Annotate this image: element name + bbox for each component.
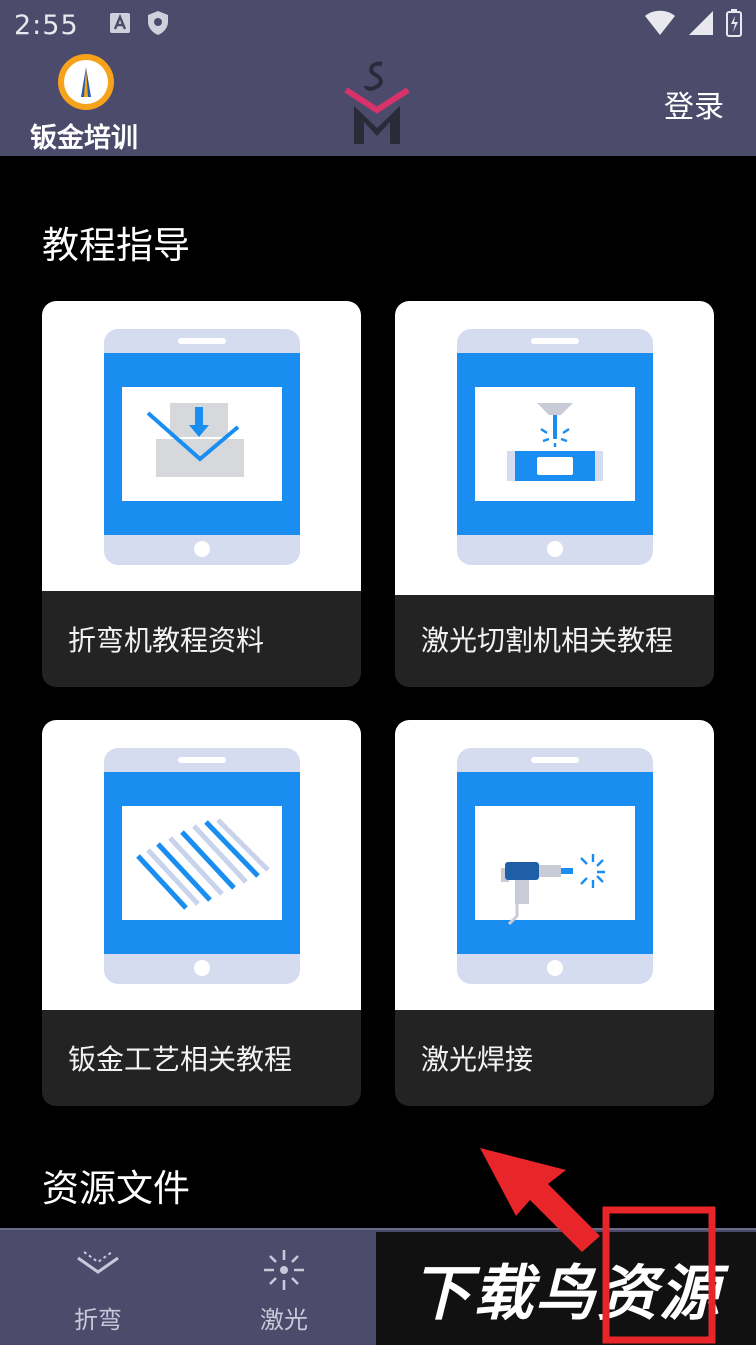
shield-icon <box>147 10 169 40</box>
notification-a-icon <box>109 12 131 38</box>
sheet-metal-icon <box>104 748 300 984</box>
card-image <box>395 720 714 1010</box>
section-title-resources: 资源文件 <box>42 1167 190 1210</box>
card-laser-welder[interactable]: 激光焊接 <box>395 720 714 1106</box>
brand-name: 钣金培训 <box>30 123 138 154</box>
tower-icon <box>81 67 91 97</box>
card-press-brake[interactable]: 折弯机教程资料 <box>42 301 361 687</box>
nav-label: 激光 <box>260 1306 308 1334</box>
watermark-text: 下载鸟资源 <box>411 1259 721 1329</box>
nav-item-laser[interactable]: 激光 <box>224 1248 344 1338</box>
press-brake-icon <box>104 329 300 565</box>
watermark-banner: 下载鸟资源 <box>376 1232 756 1345</box>
section-title-tutorials: 教程指导 <box>42 224 190 267</box>
bend-icon <box>77 1251 119 1274</box>
card-sheet-metal[interactable]: 钣金工艺相关教程 <box>42 720 361 1106</box>
brand: 钣金培训 <box>30 54 146 154</box>
brand-logo <box>58 54 114 110</box>
card-label: 激光焊接 <box>421 1043 534 1076</box>
card-label: 钣金工艺相关教程 <box>68 1043 293 1076</box>
status-time: 2:55 <box>14 9 79 41</box>
card-laser-cutter[interactable]: 激光切割机相关教程 <box>395 301 714 687</box>
wifi-icon <box>644 10 676 40</box>
sm-logo <box>344 60 410 146</box>
app-header: 钣金培训 登录 <box>0 50 756 156</box>
card-label: 激光切割机相关教程 <box>421 624 674 657</box>
card-image <box>42 301 361 591</box>
laser-icon <box>264 1250 304 1290</box>
login-link[interactable]: 登录 <box>664 82 724 126</box>
card-image <box>395 301 714 595</box>
card-label: 折弯机教程资料 <box>68 624 265 657</box>
battery-icon <box>726 9 742 41</box>
card-image <box>42 720 361 1010</box>
nav-item-bend[interactable]: 折弯 <box>38 1248 158 1338</box>
nav-label: 折弯 <box>74 1306 122 1334</box>
laser-welder-icon <box>457 748 653 984</box>
cellular-signal-icon <box>688 10 714 40</box>
status-bar: 2:55 <box>0 0 756 50</box>
laser-cutter-icon <box>457 329 653 565</box>
